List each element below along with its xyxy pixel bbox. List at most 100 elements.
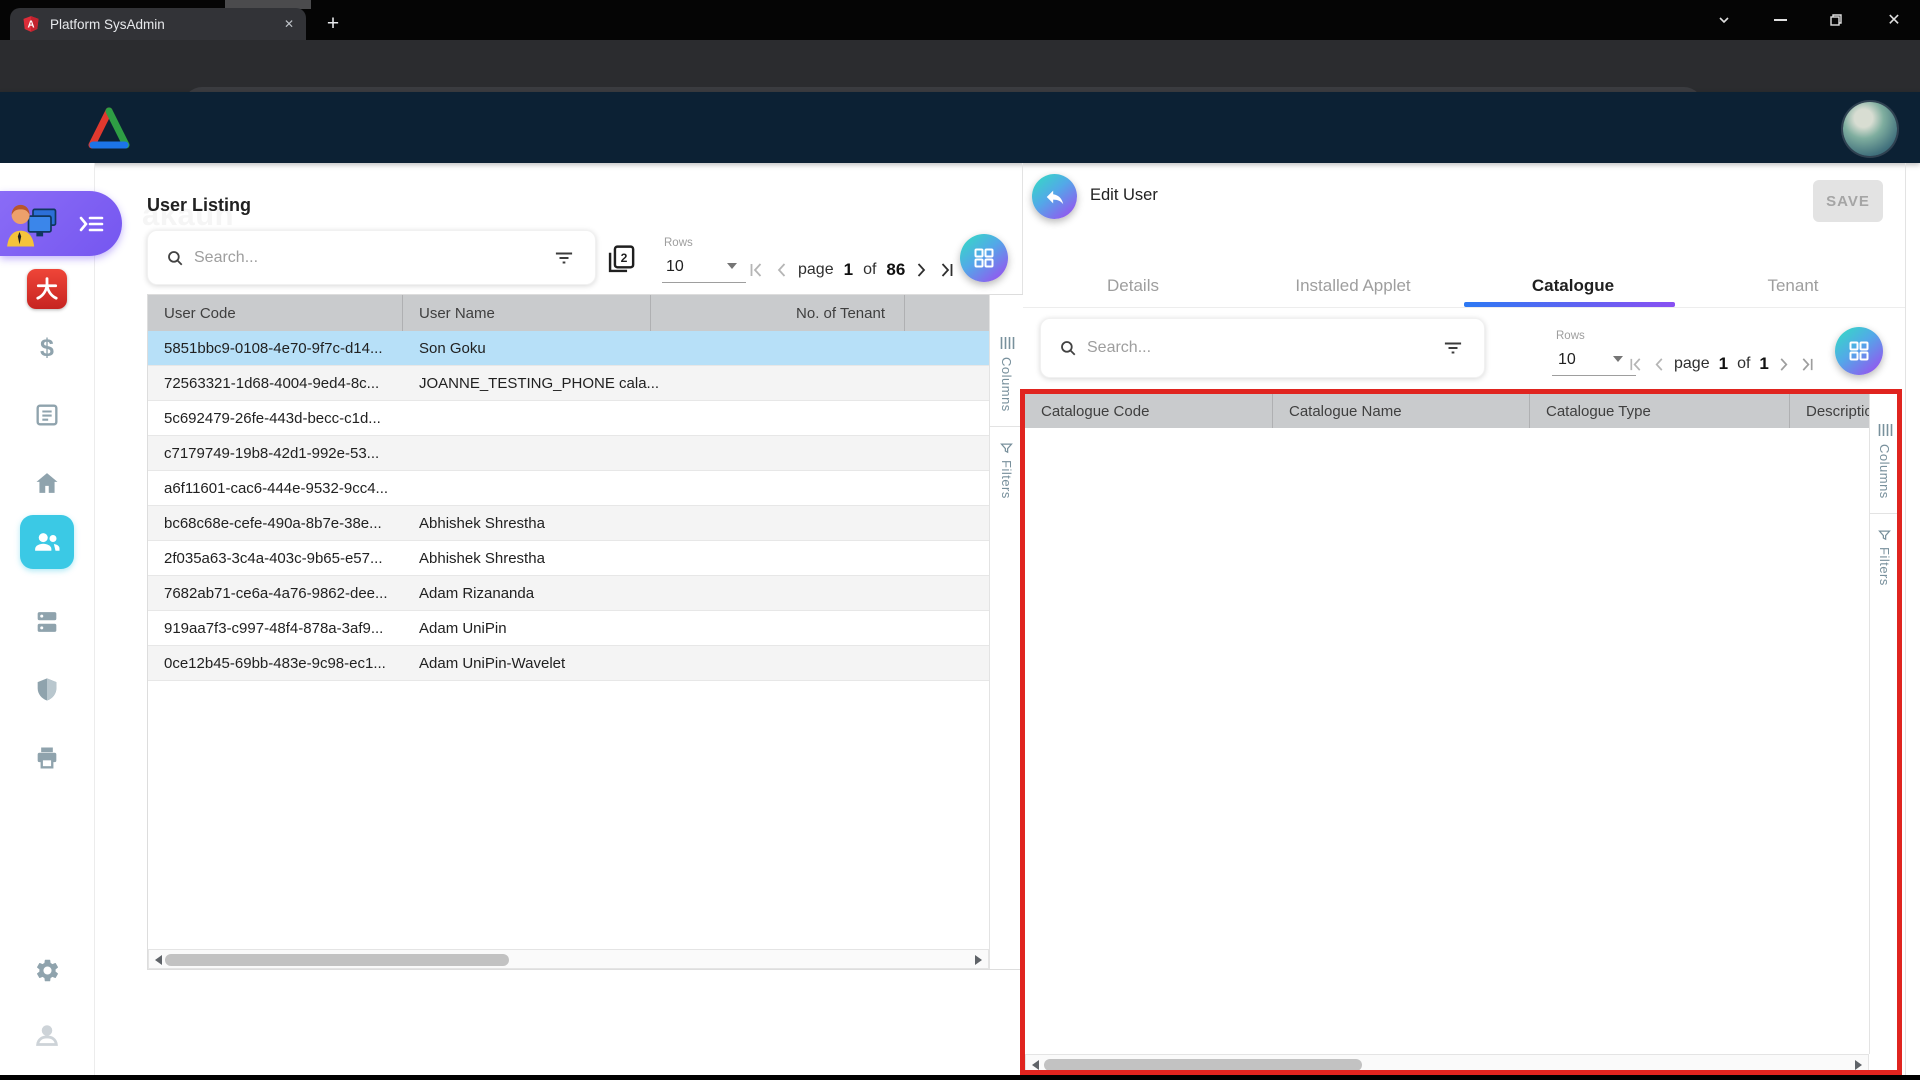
scroll-right-icon[interactable] [975, 955, 982, 965]
grid-icon [1848, 340, 1870, 362]
columns-rail-button[interactable]: Columns [1877, 444, 1892, 499]
rail-divider [990, 426, 1023, 427]
browser-toolbar: akaun.cloud/#/applets/bigledger/akaun-pl… [0, 40, 1920, 92]
tab-details[interactable]: Details [1023, 264, 1243, 307]
filter-sort-icon[interactable] [1442, 339, 1464, 357]
home-icon [33, 469, 61, 497]
catalogue-pagination: page 1 of 1 [1628, 349, 1815, 379]
window-close-button[interactable]: ✕ [1870, 0, 1918, 40]
sidebar-item-home[interactable] [0, 461, 94, 505]
last-page-icon[interactable] [938, 262, 955, 278]
save-button[interactable]: SAVE [1813, 180, 1883, 222]
of-word: of [1737, 355, 1750, 373]
table-row[interactable]: a6f11601-cac6-444e-9532-9cc4... [148, 471, 1022, 506]
filter-funnel-icon[interactable] [999, 441, 1015, 456]
window-restore-button[interactable] [1812, 0, 1860, 40]
user-avatar[interactable] [1843, 102, 1897, 156]
filters-rail-button[interactable]: Filters [1877, 547, 1892, 586]
page-scroll-track[interactable] [1905, 163, 1906, 1075]
table-row[interactable]: c7179749-19b8-42d1-992e-53... [148, 436, 1022, 471]
tab-search-chevron-icon[interactable] [1700, 0, 1748, 40]
sidebar-toggle-icon[interactable] [78, 213, 104, 235]
col-catalogue-type: Catalogue Type [1530, 394, 1790, 428]
rows-caret-icon[interactable] [727, 263, 737, 269]
cell-user-name: Adam UniPin-Wavelet [403, 646, 903, 680]
scroll-right-icon[interactable] [1855, 1060, 1862, 1070]
user-table-hscrollbar[interactable] [148, 949, 989, 969]
first-page-icon[interactable] [748, 262, 765, 278]
next-page-icon[interactable] [1778, 357, 1790, 372]
filters-rail-button[interactable]: Filters [999, 460, 1014, 499]
grid-icon [973, 247, 995, 269]
page-current: 1 [1719, 354, 1728, 374]
page-total: 1 [1759, 354, 1768, 374]
page-word: page [798, 261, 834, 279]
catalogue-table-hscrollbar[interactable] [1025, 1054, 1869, 1074]
multi-page-icon[interactable]: 2 [604, 243, 638, 282]
dns-icon [33, 608, 61, 636]
scroll-thumb[interactable] [1044, 1059, 1362, 1071]
page-current: 1 [844, 260, 853, 280]
browser-tab[interactable]: A Platform SysAdmin ✕ [10, 8, 306, 40]
table-row[interactable]: 5c692479-26fe-443d-becc-c1d... [148, 401, 1022, 436]
sidebar-item-print[interactable] [0, 736, 94, 780]
sidebar-item-account[interactable] [0, 1012, 94, 1056]
catalogue-table-header: Catalogue Code Catalogue Name Catalogue … [1025, 394, 1869, 428]
tab-catalogue[interactable]: Catalogue [1463, 264, 1683, 307]
catalogue-table-body-empty [1025, 428, 1869, 1054]
sidebar-item-users-active[interactable] [20, 515, 74, 569]
table-row[interactable]: 7682ab71-ce6a-4a76-9862-dee...Adam Rizan… [148, 576, 1022, 611]
columns-rail-button[interactable]: Columns [999, 357, 1014, 412]
rows-caret-icon[interactable] [1613, 356, 1623, 362]
columns-bars-icon[interactable] [1877, 422, 1893, 438]
window-minimize-button[interactable] [1756, 0, 1804, 40]
catalogue-search-input[interactable] [1085, 338, 1442, 358]
filter-funnel-icon[interactable] [1877, 528, 1893, 543]
table-row[interactable]: 5851bbc9-0108-4e70-9f7c-d14...Son Goku [148, 331, 1022, 366]
prev-page-icon[interactable] [775, 262, 788, 278]
person-icon [33, 1020, 61, 1048]
sidebar-item-listing[interactable] [0, 393, 94, 437]
rows-per-page-select[interactable]: 10 [1558, 351, 1576, 369]
table-row[interactable]: 72563321-1d68-4004-9ed4-8c...JOANNE_TEST… [148, 366, 1022, 401]
new-tab-button[interactable]: + [318, 10, 348, 38]
table-row[interactable]: bc68c68e-cefe-490a-8b7e-38e...Abhishek S… [148, 506, 1022, 541]
scroll-left-icon[interactable] [1032, 1060, 1039, 1070]
cell-user-name: Abhishek Shrestha [403, 541, 903, 575]
user-search-input[interactable] [192, 248, 553, 268]
back-button[interactable] [1032, 174, 1077, 219]
sidebar-item-security[interactable] [0, 668, 94, 712]
scroll-left-icon[interactable] [155, 955, 162, 965]
filter-sort-icon[interactable] [553, 249, 575, 267]
col-user-name: User Name [403, 295, 651, 331]
rows-per-page-select[interactable]: 10 [666, 258, 684, 276]
cell-user-code: a6f11601-cac6-444e-9532-9cc4... [148, 471, 403, 505]
cell-user-code: 5c692479-26fe-443d-becc-c1d... [148, 401, 403, 435]
next-page-icon[interactable] [915, 262, 928, 278]
sidebar-item-settings[interactable] [0, 948, 94, 992]
cell-user-code: 2f035a63-3c4a-403c-9b65-e57... [148, 541, 403, 575]
tab-close-icon[interactable]: ✕ [280, 15, 298, 33]
user-search-box[interactable] [147, 230, 596, 285]
grid-view-button[interactable] [1835, 327, 1883, 375]
sidebar-workspace-pill[interactable] [0, 191, 122, 256]
columns-bars-icon[interactable] [999, 335, 1015, 351]
first-page-icon[interactable] [1628, 357, 1644, 372]
cell-user-code: 7682ab71-ce6a-4a76-9862-dee... [148, 576, 403, 610]
sidebar-item-bigledger[interactable] [0, 267, 94, 311]
screen-bottom-edge [0, 1075, 1920, 1080]
table-row[interactable]: 0ce12b45-69bb-483e-9c98-ec1...Adam UniPi… [148, 646, 1022, 681]
tab-installed-applet[interactable]: Installed Applet [1243, 264, 1463, 307]
page-word: page [1674, 355, 1710, 373]
table-row[interactable]: 919aa7f3-c997-48f4-878a-3af9...Adam UniP… [148, 611, 1022, 646]
prev-page-icon[interactable] [1653, 357, 1665, 372]
scroll-thumb[interactable] [165, 954, 509, 966]
sidebar-item-billing[interactable]: $ [0, 326, 94, 370]
tab-tenant[interactable]: Tenant [1683, 264, 1903, 307]
catalogue-search-box[interactable] [1040, 318, 1485, 378]
search-icon [166, 249, 184, 267]
grid-view-button[interactable] [960, 234, 1008, 282]
last-page-icon[interactable] [1799, 357, 1815, 372]
table-row[interactable]: 2f035a63-3c4a-403c-9b65-e57...Abhishek S… [148, 541, 1022, 576]
sidebar-item-dns[interactable] [0, 600, 94, 644]
